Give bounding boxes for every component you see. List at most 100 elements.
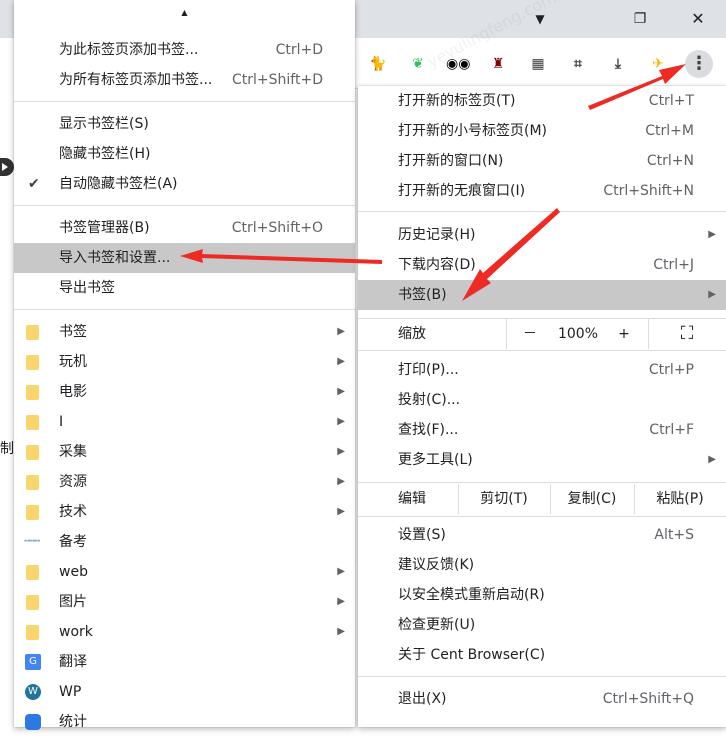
new-window-item[interactable]: 打开新的窗口(N) Ctrl+N [358, 146, 726, 176]
zoom-in-button[interactable]: + [610, 319, 638, 349]
bookmark-folder-item[interactable]: 技术 ▶ [14, 497, 355, 527]
safe-mode-restart-item[interactable]: 以安全模式重新启动(R) [358, 580, 726, 610]
submenu-arrow-icon: ▶ [708, 229, 716, 240]
find-item[interactable]: 查找(F)... Ctrl+F [358, 415, 726, 445]
downloads-item[interactable]: 下载内容(D) Ctrl+J [358, 250, 726, 280]
scroll-up-icon[interactable]: ▲ [14, 8, 355, 17]
new-tab-item[interactable]: 打开新的标签页(T) Ctrl+T [358, 86, 726, 116]
find-shortcut: Ctrl+F [649, 422, 694, 438]
cut-button[interactable]: 剪切(T) [464, 484, 544, 514]
feedback-item[interactable]: 建议反馈(K) [358, 550, 726, 580]
downloads-label: 下载内容(D) [398, 257, 476, 273]
ublock-icon[interactable]: ♜ [486, 52, 510, 76]
submenu-arrow-icon: ▶ [337, 476, 345, 487]
grid-apps-icon[interactable]: ▦ [526, 52, 550, 76]
zoom-divider [648, 319, 649, 349]
add-all-bookmarks-shortcut: Ctrl+Shift+D [232, 72, 323, 88]
download-icon[interactable]: ⤓ [606, 52, 630, 76]
cast-item[interactable]: 投射(C)... [358, 385, 726, 415]
tab-search-dropdown-icon[interactable]: ▼ [520, 6, 560, 32]
feedback-label: 建议反馈(K) [398, 557, 475, 573]
about-item[interactable]: 关于 Cent Browser(C) [358, 640, 726, 670]
link-favicon-icon: ╍╍╍ [24, 536, 40, 547]
auto-hide-bookmarks-bar-item[interactable]: ✔ 自动隐藏书签栏(A) [14, 169, 355, 199]
check-update-label: 检查更新(U) [398, 617, 476, 633]
add-all-bookmarks-label: 为所有标签页添加书签... [59, 72, 213, 88]
bookmark-link-wp[interactable]: W WP [14, 677, 355, 707]
bookmark-folder-item[interactable]: 图片 ▶ [14, 587, 355, 617]
bookmark-label: 统计 [59, 714, 87, 730]
export-bookmarks-label: 导出书签 [59, 280, 115, 296]
tampermonkey-cat-icon[interactable]: 🐈 [366, 52, 390, 76]
more-tools-item[interactable]: 更多工具(L) ▶ [358, 445, 726, 475]
new-incognito-window-item[interactable]: 打开新的无痕窗口(I) Ctrl+Shift+N [358, 176, 726, 206]
bookmark-folder-item[interactable]: web ▶ [14, 557, 355, 587]
bookmark-folder-item[interactable]: work ▶ [14, 617, 355, 647]
close-window-button[interactable]: ✕ [678, 6, 718, 32]
exit-item[interactable]: 退出(X) Ctrl+Shift+Q [358, 684, 726, 714]
zoom-out-button[interactable]: － [516, 319, 544, 349]
bookmark-folder-item[interactable]: 玩机 ▶ [14, 347, 355, 377]
bookmarks-submenu: ▲ 为此标签页添加书签... Ctrl+D 为所有标签页添加书签... Ctrl… [14, 0, 355, 730]
new-small-tab-item[interactable]: 打开新的小号标签页(M) Ctrl+M [358, 116, 726, 146]
submenu-arrow-icon: ▶ [337, 566, 345, 577]
add-all-bookmarks-item[interactable]: 为所有标签页添加书签... Ctrl+Shift+D [14, 65, 355, 95]
paste-button[interactable]: 粘贴(P) [640, 484, 720, 514]
more-tools-label: 更多工具(L) [398, 452, 473, 468]
bookmark-link-stats[interactable]: 统计 [14, 707, 355, 737]
folder-icon [26, 445, 39, 460]
submenu-arrow-icon: ▶ [708, 454, 716, 465]
print-item[interactable]: 打印(P)... Ctrl+P [358, 355, 726, 385]
bookmark-folder-item[interactable]: 采集 ▶ [14, 437, 355, 467]
add-bookmark-item[interactable]: 为此标签页添加书签... Ctrl+D [14, 35, 355, 65]
hide-bookmarks-bar-item[interactable]: 隐藏书签栏(H) [14, 139, 355, 169]
bookmark-link-translate[interactable]: G 翻译 [14, 647, 355, 677]
wordpress-icon: W [25, 684, 41, 700]
edit-divider [634, 484, 635, 514]
print-label: 打印(P)... [398, 362, 459, 378]
exit-shortcut: Ctrl+Shift+Q [602, 691, 694, 707]
evernote-icon[interactable]: ❦ [406, 52, 430, 76]
bookmark-folder-item[interactable]: 电影 ▶ [14, 377, 355, 407]
new-small-tab-shortcut: Ctrl+M [645, 123, 694, 139]
bookmark-folder-label: I [59, 414, 64, 430]
check-update-item[interactable]: 检查更新(U) [358, 610, 726, 640]
folder-icon [26, 355, 39, 370]
fullscreen-icon[interactable]: ⛶ [670, 319, 704, 349]
export-bookmarks-item[interactable]: 导出书签 [14, 273, 355, 303]
submenu-arrow-icon: ▶ [337, 596, 345, 607]
bookmark-link-beikao[interactable]: ╍╍╍ 备考 [14, 527, 355, 557]
submenu-arrow-icon: ▶ [337, 416, 345, 427]
downloads-shortcut: Ctrl+J [653, 257, 694, 273]
restore-window-button[interactable]: ❐ [620, 6, 660, 32]
history-item[interactable]: 历史记录(H) ▶ [358, 220, 726, 250]
stats-icon [25, 714, 41, 730]
bookmark-folder-item[interactable]: 书签 ▶ [14, 317, 355, 347]
bookmark-folder-label: 技术 [59, 504, 87, 520]
menu-separator [358, 482, 726, 483]
page-partial-text: 制 [0, 441, 14, 457]
zoom-divider [506, 319, 507, 349]
bookmarks-item[interactable]: 书签(B) ▶ [358, 280, 726, 310]
show-bookmarks-bar-item[interactable]: 显示书签栏(S) [14, 109, 355, 139]
new-tab-shortcut: Ctrl+T [648, 93, 694, 109]
bookmark-folder-item[interactable]: I ▶ [14, 407, 355, 437]
profile-avatar-icon[interactable]: ✈ [646, 52, 670, 76]
import-bookmarks-item[interactable]: 导入书签和设置... [14, 243, 355, 273]
settings-label: 设置(S) [398, 527, 446, 543]
copy-button[interactable]: 复制(C) [554, 484, 630, 514]
menu-separator [14, 309, 355, 310]
bookmark-folder-item[interactable]: 资源 ▶ [14, 467, 355, 497]
folder-icon [26, 625, 39, 640]
browser-menu-button[interactable]: ⋮ [685, 50, 713, 78]
bookmark-manager-label: 书签管理器(B) [59, 220, 150, 236]
auto-hide-bookmarks-bar-label: 自动隐藏书签栏(A) [59, 176, 178, 192]
settings-item[interactable]: 设置(S) Alt+S [358, 520, 726, 550]
bookmark-label: 翻译 [59, 654, 87, 670]
bookmark-manager-item[interactable]: 书签管理器(B) Ctrl+Shift+O [14, 213, 355, 243]
new-incognito-window-label: 打开新的无痕窗口(I) [398, 183, 526, 199]
print-shortcut: Ctrl+P [648, 362, 694, 378]
crop-icon[interactable]: ⌗ [566, 52, 590, 76]
tampermonkey-icon[interactable]: ◉◉ [446, 52, 470, 76]
history-label: 历史记录(H) [398, 227, 476, 243]
